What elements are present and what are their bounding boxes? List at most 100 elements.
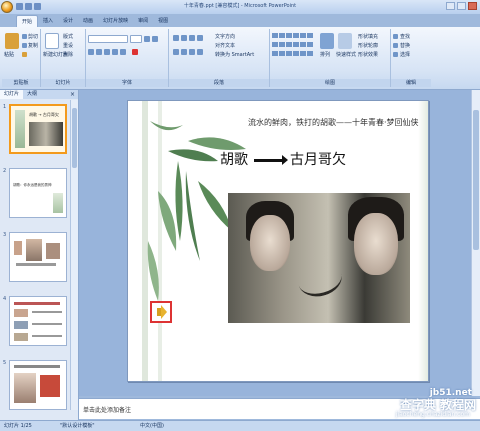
scrollbar-thumb[interactable] (473, 110, 479, 250)
shrink-font-icon[interactable] (152, 36, 158, 42)
tab-view[interactable]: 视图 (153, 15, 173, 27)
slide-number: 2 (3, 168, 7, 174)
format-painter-icon[interactable] (22, 52, 27, 57)
align-center-icon[interactable] (181, 49, 187, 55)
layout-button[interactable]: 版式 (63, 33, 73, 40)
bullets-icon[interactable] (173, 35, 179, 41)
slide-thumbnail-4[interactable] (9, 296, 67, 346)
portrait-photo[interactable] (228, 193, 410, 323)
numbering-icon[interactable] (181, 35, 187, 41)
tab-review[interactable]: 审阅 (133, 15, 153, 27)
minimize-button[interactable] (446, 2, 455, 10)
copy-icon[interactable] (22, 43, 27, 48)
current-slide[interactable]: 流水的鲜肉，铁打的胡歌——十年青春·梦回仙侠 胡歌 古月哥欠 (127, 100, 429, 382)
save-icon[interactable] (16, 3, 23, 10)
smartart-button[interactable]: 转换为 SmartArt (215, 51, 254, 58)
slide-subtitle[interactable]: 流水的鲜肉，铁打的胡歌——十年青春·梦回仙侠 (248, 117, 419, 128)
replace-button[interactable]: 替换 (400, 42, 410, 49)
thumb-photo (29, 122, 63, 146)
face-left (250, 215, 290, 271)
italic-icon[interactable] (96, 49, 102, 55)
thumb-heading: 胡歌 → 古月哥欠 (29, 112, 59, 117)
sound-icon[interactable] (150, 301, 172, 323)
replace-icon[interactable] (393, 43, 398, 48)
thumb-image (14, 241, 22, 255)
thumb-image (14, 333, 28, 341)
face-right (354, 213, 398, 275)
tab-outline[interactable]: 大纲 (23, 90, 41, 99)
grow-font-icon[interactable] (144, 36, 150, 42)
speaker-cone (161, 305, 167, 319)
slide-thumbnail-1[interactable]: 胡歌 → 古月哥欠 (9, 104, 67, 154)
undo-icon[interactable] (25, 3, 32, 10)
close-button[interactable] (468, 2, 477, 10)
delete-button[interactable]: 删除 (63, 51, 73, 58)
underline-icon[interactable] (104, 49, 110, 55)
tab-animations[interactable]: 动画 (78, 15, 98, 27)
font-name-dropdown[interactable] (88, 35, 128, 43)
font-color-icon[interactable] (132, 49, 138, 55)
paste-icon[interactable] (5, 33, 19, 49)
thumb-image (14, 309, 28, 317)
font-size-dropdown[interactable] (130, 35, 142, 43)
paste-label[interactable]: 粘贴 (4, 51, 14, 58)
cut-label[interactable]: 剪切 (28, 33, 38, 40)
slide-heading[interactable]: 胡歌 古月哥欠 (220, 149, 346, 169)
status-bar: 幻灯片 1/25 "默认设计模板" 中文(中国) (0, 420, 480, 431)
thumb-text-line (32, 335, 62, 337)
slide-thumbnail-5[interactable] (9, 360, 67, 410)
notes-placeholder[interactable]: 单击此处添加备注 (83, 405, 131, 414)
tab-slideshow[interactable]: 幻灯片放映 (98, 15, 133, 27)
office-button[interactable] (1, 1, 13, 13)
slide-number: 3 (3, 232, 7, 238)
tab-slides[interactable]: 幻灯片 (0, 90, 24, 99)
slides-pane-scrollbar[interactable] (70, 100, 78, 410)
justify-icon[interactable] (197, 49, 203, 55)
slide-editor: 流水的鲜肉，铁打的胡歌——十年青春·梦回仙侠 胡歌 古月哥欠 (79, 90, 480, 396)
editor-scrollbar[interactable] (471, 90, 480, 396)
shadow-icon[interactable] (120, 49, 126, 55)
tab-insert[interactable]: 插入 (38, 15, 58, 27)
find-button[interactable]: 查找 (400, 33, 410, 40)
shape-fill-button[interactable]: 形状填充 (358, 33, 378, 40)
shapes-gallery[interactable] (272, 33, 316, 59)
quick-styles-label[interactable]: 快速样式 (336, 51, 356, 58)
select-icon[interactable] (393, 52, 398, 57)
find-icon[interactable] (393, 34, 398, 39)
select-button[interactable]: 选择 (400, 51, 410, 58)
strikethrough-icon[interactable] (112, 49, 118, 55)
drawing-group-label: 绘图 (270, 79, 390, 87)
cut-icon[interactable] (22, 34, 27, 39)
right-arrow-icon (254, 154, 288, 165)
increase-indent-icon[interactable] (197, 35, 203, 41)
window-title: 十年青春.ppt [兼容模式] - Microsoft PowerPoint (183, 3, 297, 9)
shape-outline-button[interactable]: 形状轮廓 (358, 42, 378, 49)
align-right-icon[interactable] (189, 49, 195, 55)
arrange-icon[interactable] (320, 33, 334, 49)
bamboo-image (53, 193, 63, 213)
redo-icon[interactable] (34, 3, 41, 10)
font-group-label: 字体 (86, 79, 168, 87)
slide-number: 4 (3, 296, 7, 302)
pane-tabs: 幻灯片 大纲 × (0, 90, 78, 99)
thumb-text-line (14, 365, 60, 368)
copy-label[interactable]: 复制 (28, 42, 38, 49)
slides-pane: 幻灯片 大纲 × 1 胡歌 → 古月哥欠 2 胡歌：你永远是我的男神 3 4 5 (0, 90, 79, 420)
slide-thumbnail-2[interactable]: 胡歌：你永远是我的男神 (9, 168, 67, 218)
text-direction-button[interactable]: 文字方向 (215, 33, 235, 40)
align-text-button[interactable]: 对齐文本 (215, 42, 235, 49)
watermark-url: jiaocheng.chazidian.com (395, 411, 470, 418)
slide-thumbnail-3[interactable] (9, 232, 67, 282)
quick-styles-icon[interactable] (338, 33, 352, 49)
close-icon[interactable]: × (70, 91, 75, 98)
align-left-icon[interactable] (173, 49, 179, 55)
shape-effects-button[interactable]: 形状效果 (358, 51, 378, 58)
scrollbar-thumb[interactable] (72, 108, 77, 168)
maximize-button[interactable] (457, 2, 466, 10)
new-slide-icon[interactable] (45, 33, 59, 49)
decrease-indent-icon[interactable] (189, 35, 195, 41)
reset-button[interactable]: 重设 (63, 42, 73, 49)
arrange-label[interactable]: 排列 (320, 51, 330, 58)
tab-design[interactable]: 设计 (58, 15, 78, 27)
bold-icon[interactable] (88, 49, 94, 55)
